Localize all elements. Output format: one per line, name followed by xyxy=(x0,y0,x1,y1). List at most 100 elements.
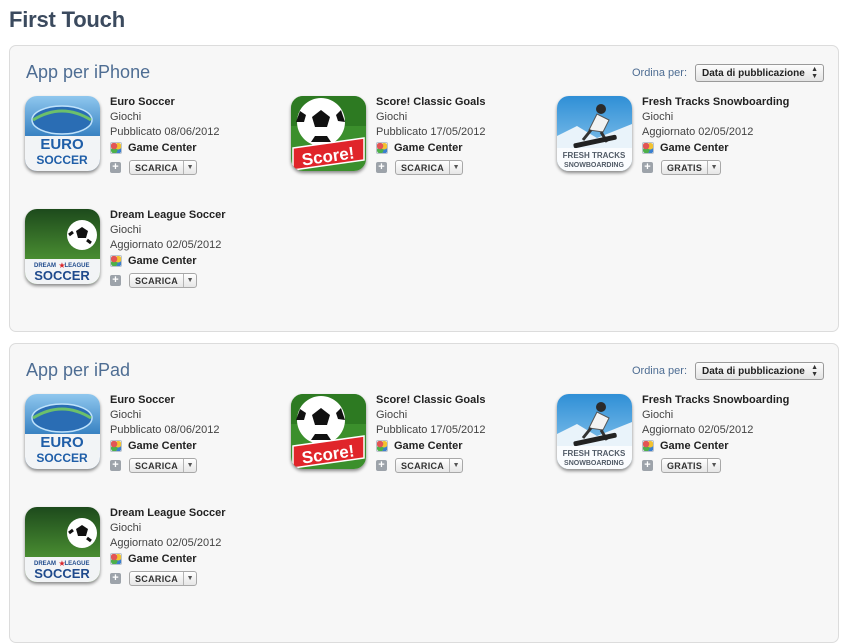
app-item-dream-league[interactable]: DREAM LEAGUE ★ SOCCER Dream League Socce… xyxy=(25,507,285,607)
download-button[interactable]: SCARICA ▼ xyxy=(129,458,198,473)
game-center-label: Game Center xyxy=(128,142,197,154)
dream-league-icon[interactable]: DREAM LEAGUE ★ SOCCER xyxy=(25,507,100,582)
app-item-euro-soccer[interactable]: EURO SOCCER Euro Soccer Giochi Pubblicat… xyxy=(25,394,285,494)
app-item-dream-league[interactable]: DREAM LEAGUE ★ SOCCER Dream League Socce… xyxy=(25,209,285,309)
buy-row: + SCARICA ▼ xyxy=(376,160,464,175)
icon-text-soccer: SOCCER xyxy=(36,153,88,167)
app-item-score[interactable]: Score! Score! Classic Goals Giochi Pubbl… xyxy=(291,96,551,196)
plus-icon[interactable]: + xyxy=(110,162,121,173)
buy-row: + GRATIS ▼ xyxy=(642,458,722,473)
download-button[interactable]: SCARICA ▼ xyxy=(395,160,464,175)
app-date: Pubblicato 08/06/2012 xyxy=(110,424,220,436)
download-button[interactable]: SCARICA ▼ xyxy=(395,458,464,473)
download-button-label: SCARICA xyxy=(135,275,179,286)
free-button[interactable]: GRATIS ▼ xyxy=(661,160,722,175)
plus-icon[interactable]: + xyxy=(110,460,121,471)
app-name[interactable]: Euro Soccer xyxy=(110,394,175,406)
app-category[interactable]: Giochi xyxy=(376,111,407,123)
score-icon[interactable]: Score! xyxy=(291,394,366,469)
app-category[interactable]: Giochi xyxy=(642,409,673,421)
app-name[interactable]: Euro Soccer xyxy=(110,96,175,108)
icon-text-snowboarding: SNOWBOARDING xyxy=(564,162,624,169)
icon-text-fresh-tracks: FRESH TRACKS xyxy=(563,151,626,160)
icon-text-euro: EURO xyxy=(40,136,84,153)
icon-text-soccer-caps: SOCCER xyxy=(34,268,90,283)
download-button-label: SCARICA xyxy=(135,573,179,584)
section-ipad: App per iPad Ordina per: Data di pubblic… xyxy=(9,343,839,643)
sort-label: Ordina per: xyxy=(631,365,687,377)
icon-text-fresh-tracks: FRESH TRACKS xyxy=(563,449,626,458)
game-center-label: Game Center xyxy=(660,142,729,154)
sort-control: Ordina per: Data di pubblicazione ▲ ▼ xyxy=(632,362,824,380)
app-name[interactable]: Score! Classic Goals xyxy=(376,394,485,406)
euro-soccer-icon[interactable]: EURO SOCCER xyxy=(25,96,100,171)
game-center-badge: Game Center xyxy=(110,142,196,154)
app-item-euro-soccer[interactable]: EURO SOCCER Euro Soccer Giochi Pubblicat… xyxy=(25,96,285,196)
section-title: App per iPad xyxy=(26,360,131,380)
game-center-badge: Game Center xyxy=(376,142,462,154)
chevron-down-icon[interactable]: ▼ xyxy=(183,274,196,287)
game-center-label: Game Center xyxy=(128,553,197,565)
plus-icon[interactable]: + xyxy=(642,460,653,471)
sort-select[interactable]: Data di pubblicazione ▲ ▼ xyxy=(695,362,824,380)
app-category[interactable]: Giochi xyxy=(110,409,141,421)
chevron-down-icon[interactable]: ▼ xyxy=(449,161,462,174)
chevron-down-icon[interactable]: ▼ xyxy=(183,572,196,585)
free-button[interactable]: GRATIS ▼ xyxy=(661,458,722,473)
sort-arrows-icon: ▲ ▼ xyxy=(811,66,818,80)
app-name[interactable]: Fresh Tracks Snowboarding xyxy=(642,394,789,406)
plus-icon[interactable]: + xyxy=(376,460,387,471)
plus-icon[interactable]: + xyxy=(642,162,653,173)
euro-soccer-icon[interactable]: EURO SOCCER xyxy=(25,394,100,469)
app-category[interactable]: Giochi xyxy=(376,409,407,421)
sort-select-value: Data di pubblicazione xyxy=(702,67,805,79)
chevron-down-icon[interactable]: ▼ xyxy=(707,459,720,472)
app-date: Pubblicato 17/05/2012 xyxy=(376,424,486,436)
game-center-label: Game Center xyxy=(660,440,729,452)
game-center-label: Game Center xyxy=(394,142,463,154)
app-item-score[interactable]: Score! Score! Classic Goals Giochi Pubbl… xyxy=(291,394,551,494)
icon-text-soccer-caps: SOCCER xyxy=(34,566,90,581)
download-button-label: SCARICA xyxy=(135,460,179,471)
section-title: App per iPhone xyxy=(26,62,151,82)
fresh-tracks-icon[interactable]: FRESH TRACKS SNOWBOARDING xyxy=(557,394,632,469)
app-category[interactable]: Giochi xyxy=(110,224,141,236)
app-date: Aggiornato 02/05/2012 xyxy=(110,239,222,251)
buy-row: + SCARICA ▼ xyxy=(110,160,198,175)
download-button-label: SCARICA xyxy=(401,460,445,471)
free-button-label: GRATIS xyxy=(667,460,703,471)
app-item-fresh-tracks[interactable]: FRESH TRACKS SNOWBOARDING Fresh Tracks S… xyxy=(557,96,817,196)
buy-row: + SCARICA ▼ xyxy=(376,458,464,473)
score-icon[interactable]: Score! xyxy=(291,96,366,171)
game-center-badge: Game Center xyxy=(376,440,462,452)
app-name[interactable]: Dream League Soccer xyxy=(110,507,226,519)
game-center-badge: Game Center xyxy=(642,142,728,154)
app-category[interactable]: Giochi xyxy=(110,522,141,534)
game-center-label: Game Center xyxy=(128,255,197,267)
app-category[interactable]: Giochi xyxy=(642,111,673,123)
chevron-down-icon[interactable]: ▼ xyxy=(449,459,462,472)
download-button[interactable]: SCARICA ▼ xyxy=(129,273,198,288)
dream-league-icon[interactable]: DREAM LEAGUE ★ SOCCER xyxy=(25,209,100,284)
game-center-icon xyxy=(376,440,388,452)
app-name[interactable]: Fresh Tracks Snowboarding xyxy=(642,96,789,108)
app-item-fresh-tracks[interactable]: FRESH TRACKS SNOWBOARDING Fresh Tracks S… xyxy=(557,394,817,494)
fresh-tracks-icon[interactable]: FRESH TRACKS SNOWBOARDING xyxy=(557,96,632,171)
plus-icon[interactable]: + xyxy=(110,275,121,286)
app-category[interactable]: Giochi xyxy=(110,111,141,123)
chevron-down-icon[interactable]: ▼ xyxy=(183,161,196,174)
plus-icon[interactable]: + xyxy=(110,573,121,584)
game-center-icon xyxy=(110,440,122,452)
chevron-down-icon[interactable]: ▼ xyxy=(183,459,196,472)
download-button[interactable]: SCARICA ▼ xyxy=(129,571,198,586)
sort-select[interactable]: Data di pubblicazione ▲ ▼ xyxy=(695,64,824,82)
app-name[interactable]: Score! Classic Goals xyxy=(376,96,485,108)
game-center-label: Game Center xyxy=(394,440,463,452)
download-button[interactable]: SCARICA ▼ xyxy=(129,160,198,175)
plus-icon[interactable]: + xyxy=(376,162,387,173)
developer-title: First Touch xyxy=(9,7,125,32)
app-date: Pubblicato 08/06/2012 xyxy=(110,126,220,138)
chevron-down-icon[interactable]: ▼ xyxy=(707,161,720,174)
app-name[interactable]: Dream League Soccer xyxy=(110,209,226,221)
download-button-label: SCARICA xyxy=(401,162,445,173)
